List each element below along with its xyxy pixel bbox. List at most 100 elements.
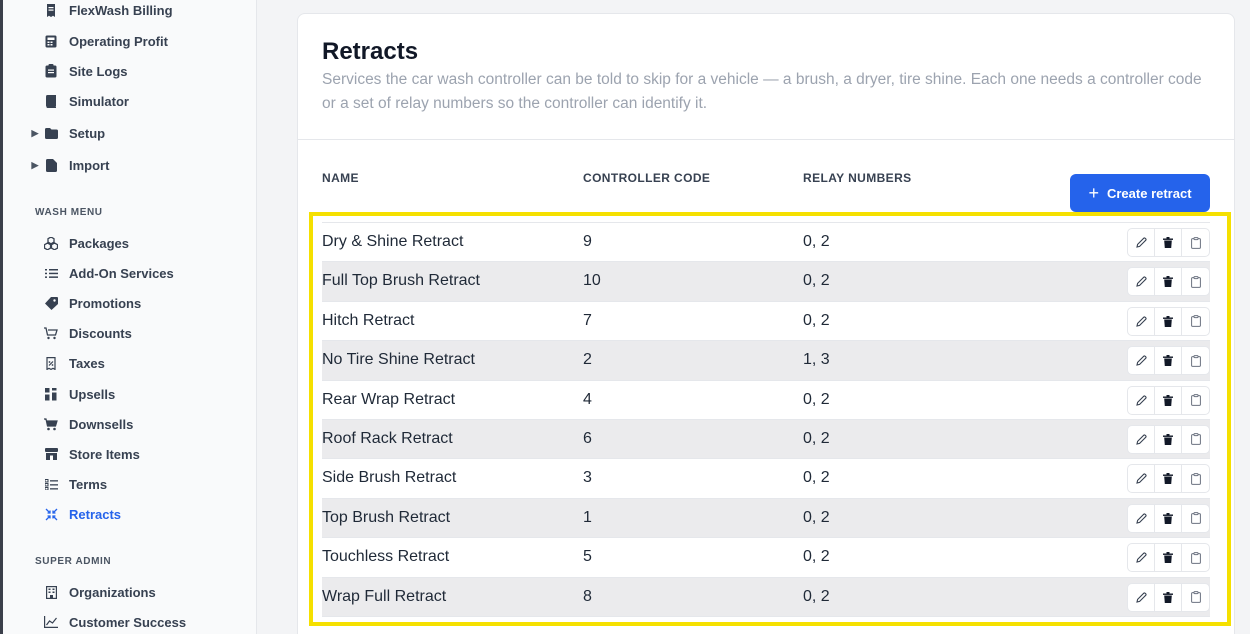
retract-name: Hitch Retract bbox=[322, 311, 415, 329]
nav-downsells[interactable]: Downsells bbox=[0, 412, 256, 436]
caret-right-icon[interactable]: ▶ bbox=[31, 160, 39, 171]
duplicate-button[interactable] bbox=[1182, 308, 1209, 335]
clipboard-copy-icon bbox=[1190, 394, 1201, 406]
page-title: Retracts bbox=[322, 38, 419, 65]
clipboard-copy-icon bbox=[1190, 275, 1201, 288]
edit-button[interactable] bbox=[1128, 425, 1155, 453]
relay-numbers: 0, 2 bbox=[803, 311, 830, 329]
table-row: Side Brush Retract 3 0, 2 bbox=[322, 459, 1210, 499]
delete-button[interactable] bbox=[1155, 583, 1182, 611]
nav-customer-success[interactable]: Customer Success bbox=[0, 610, 256, 634]
nav-label: FlexWash Billing bbox=[69, 2, 173, 18]
duplicate-button[interactable] bbox=[1182, 347, 1209, 374]
delete-button[interactable] bbox=[1155, 386, 1182, 414]
edit-button[interactable] bbox=[1128, 347, 1155, 375]
caret-right-icon[interactable]: ▶ bbox=[31, 128, 39, 139]
edit-button[interactable] bbox=[1128, 386, 1155, 414]
table-row: Full Top Brush Retract 10 0, 2 bbox=[322, 262, 1210, 302]
duplicate-button[interactable] bbox=[1182, 465, 1209, 492]
nav-label: Retracts bbox=[69, 506, 122, 522]
delete-button[interactable] bbox=[1155, 465, 1182, 493]
nav-site-logs[interactable]: Site Logs bbox=[0, 59, 256, 83]
edit-button[interactable] bbox=[1128, 465, 1155, 493]
controller-code: 4 bbox=[583, 390, 592, 408]
edit-button[interactable] bbox=[1128, 307, 1155, 335]
nav-retracts[interactable]: Retracts bbox=[0, 502, 256, 526]
nav-label: Site Logs bbox=[69, 63, 128, 79]
controller-code: 6 bbox=[583, 429, 592, 447]
controller-code: 7 bbox=[583, 311, 592, 329]
edit-button[interactable] bbox=[1128, 544, 1155, 572]
clipboard-icon bbox=[43, 63, 59, 79]
retract-name: No Tire Shine Retract bbox=[322, 351, 475, 369]
nav-label: Store Items bbox=[69, 446, 140, 462]
row-actions bbox=[1127, 424, 1210, 454]
duplicate-button[interactable] bbox=[1182, 268, 1209, 295]
retract-name: Rear Wrap Retract bbox=[322, 390, 456, 408]
nav-terms[interactable]: Terms bbox=[0, 472, 256, 496]
relay-numbers: 0, 2 bbox=[803, 548, 830, 566]
clipboard-copy-icon bbox=[1190, 551, 1201, 564]
nav-operating-profit[interactable]: Operating Profit bbox=[0, 29, 256, 53]
folder-icon bbox=[43, 125, 59, 141]
retract-name: Roof Rack Retract bbox=[322, 429, 453, 447]
clipboard-copy-icon bbox=[1190, 354, 1201, 367]
nav-flexwash-billing[interactable]: FlexWash Billing bbox=[0, 0, 256, 22]
nav-organizations[interactable]: Organizations bbox=[0, 580, 256, 604]
duplicate-button[interactable] bbox=[1182, 544, 1209, 571]
nav-label: Operating Profit bbox=[69, 33, 168, 49]
clipboard-copy-icon bbox=[1190, 472, 1201, 485]
duplicate-button[interactable] bbox=[1182, 229, 1209, 256]
nav-store-items[interactable]: Store Items bbox=[0, 442, 256, 466]
nav-import[interactable]: ▶ Import bbox=[0, 153, 256, 177]
nav-label: Import bbox=[69, 157, 110, 173]
nav-discounts[interactable]: Discounts bbox=[0, 321, 256, 345]
duplicate-button[interactable] bbox=[1182, 426, 1209, 453]
delete-button[interactable] bbox=[1155, 268, 1182, 296]
edit-button[interactable] bbox=[1128, 268, 1155, 296]
pencil-icon bbox=[1135, 513, 1147, 524]
delete-button[interactable] bbox=[1155, 307, 1182, 335]
relay-numbers: 0, 2 bbox=[803, 429, 830, 447]
delete-button[interactable] bbox=[1155, 504, 1182, 532]
delete-button[interactable] bbox=[1155, 229, 1182, 256]
delete-button[interactable] bbox=[1155, 425, 1182, 453]
trash-icon bbox=[1163, 394, 1173, 406]
nav-promotions[interactable]: Promotions bbox=[0, 291, 256, 315]
edit-button[interactable] bbox=[1128, 504, 1155, 532]
trash-icon bbox=[1163, 276, 1173, 288]
row-actions bbox=[1127, 306, 1210, 336]
calculator-icon bbox=[43, 33, 59, 49]
nav-packages[interactable]: Packages bbox=[0, 231, 256, 255]
nav-simulator[interactable]: Simulator bbox=[0, 89, 256, 113]
edit-button[interactable] bbox=[1128, 583, 1155, 611]
nav-taxes[interactable]: Taxes bbox=[0, 351, 256, 375]
delete-button[interactable] bbox=[1155, 347, 1182, 375]
card-header: Retracts Services the car wash controlle… bbox=[298, 14, 1234, 140]
create-retract-button[interactable]: + Create retract bbox=[1070, 174, 1210, 212]
column-header-controller-code: CONTROLLER CODE bbox=[583, 171, 711, 185]
edit-button[interactable] bbox=[1128, 229, 1155, 256]
pencil-icon bbox=[1135, 394, 1147, 406]
column-header-relay-numbers: RELAY NUMBERS bbox=[803, 171, 912, 185]
nav-label: Add-On Services bbox=[69, 265, 174, 281]
trash-icon bbox=[1163, 355, 1173, 367]
retract-name: Top Brush Retract bbox=[322, 508, 451, 526]
nav-setup[interactable]: ▶ Setup bbox=[0, 121, 256, 145]
relay-numbers: 0, 2 bbox=[803, 508, 830, 526]
table-row: No Tire Shine Retract 2 1, 3 bbox=[322, 341, 1210, 381]
delete-button[interactable] bbox=[1155, 544, 1182, 572]
nav-label: Downsells bbox=[69, 416, 134, 432]
duplicate-button[interactable] bbox=[1182, 584, 1209, 611]
relay-numbers: 0, 2 bbox=[803, 469, 830, 487]
controller-code: 10 bbox=[583, 272, 601, 290]
nav-upsells[interactable]: Upsells bbox=[0, 382, 256, 406]
nav-add-on-services[interactable]: Add-On Services bbox=[0, 261, 256, 285]
duplicate-button[interactable] bbox=[1182, 505, 1209, 532]
receipt-icon bbox=[43, 2, 59, 18]
nav-label: Customer Success bbox=[69, 614, 187, 630]
row-actions bbox=[1127, 346, 1210, 376]
clipboard-copy-icon bbox=[1190, 433, 1201, 446]
table-row: Dry & Shine Retract 9 0, 2 bbox=[322, 223, 1210, 263]
duplicate-button[interactable] bbox=[1182, 387, 1209, 414]
